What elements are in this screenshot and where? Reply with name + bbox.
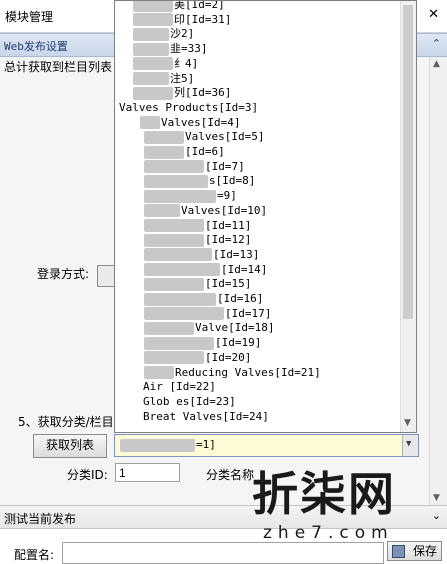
scroll-down-icon[interactable]: ▼ (404, 418, 411, 428)
step5-label: 5、获取分类/栏目 (18, 415, 114, 429)
category-count-text: 总计获取到栏目列表 (4, 60, 113, 74)
login-method-label: 登录方式: (37, 267, 90, 281)
window-title: 模块管理 (5, 10, 54, 24)
category-id-input[interactable] (115, 463, 180, 482)
category-combobox[interactable]: =1] ▼ (114, 434, 419, 457)
dropdown-scrollbar[interactable]: ▼ (400, 1, 416, 432)
save-icon (392, 545, 405, 558)
save-button-label: 保存 (412, 544, 437, 558)
config-name-input[interactable] (62, 542, 384, 564)
web-publish-section-title: Web发布设置 (4, 40, 68, 53)
chevron-down-icon: ▼ (406, 439, 412, 449)
dropdown-scroll-thumb[interactable] (403, 5, 413, 319)
save-button[interactable]: 保存 (387, 541, 442, 561)
category-dropdown-list[interactable]: ▼ 美[Id=2] 印[Id=31] 沙2] 韭=33] 纟4] 注5] 列[Id=36] V… (114, 0, 417, 433)
category-id-label: 分类ID: (67, 468, 108, 482)
watermark-url: zhe7.com (263, 523, 394, 543)
dropdown-item[interactable]: Breat Valves[Id=24] (143, 407, 269, 426)
fetch-list-button[interactable]: 获取列表 (33, 434, 107, 458)
close-icon[interactable]: ✕ (428, 7, 439, 22)
category-name-label: 分类名称 (206, 468, 255, 482)
dropdown-item-label: Breat Valves[Id=24] (143, 409, 269, 423)
expand-icon[interactable]: ⌄ (432, 509, 441, 522)
test-publish-section-title: 测试当前发布 (4, 512, 77, 526)
scroll-up-icon[interactable]: ▲ (433, 59, 440, 69)
collapse-icon[interactable]: ⌃ (432, 37, 441, 50)
combo-value-text: =1] (196, 438, 216, 451)
scroll-down-icon[interactable]: ▼ (433, 493, 440, 503)
config-name-label: 配置名: (14, 548, 55, 562)
panel-scrollbar[interactable]: ▲ ▼ (429, 57, 447, 505)
blurred-region (120, 438, 195, 452)
combobox-dropdown-button[interactable]: ▼ (402, 435, 418, 456)
watermark-logo: 折柒网 (252, 467, 396, 521)
category-combobox-value: =1] (119, 438, 216, 452)
